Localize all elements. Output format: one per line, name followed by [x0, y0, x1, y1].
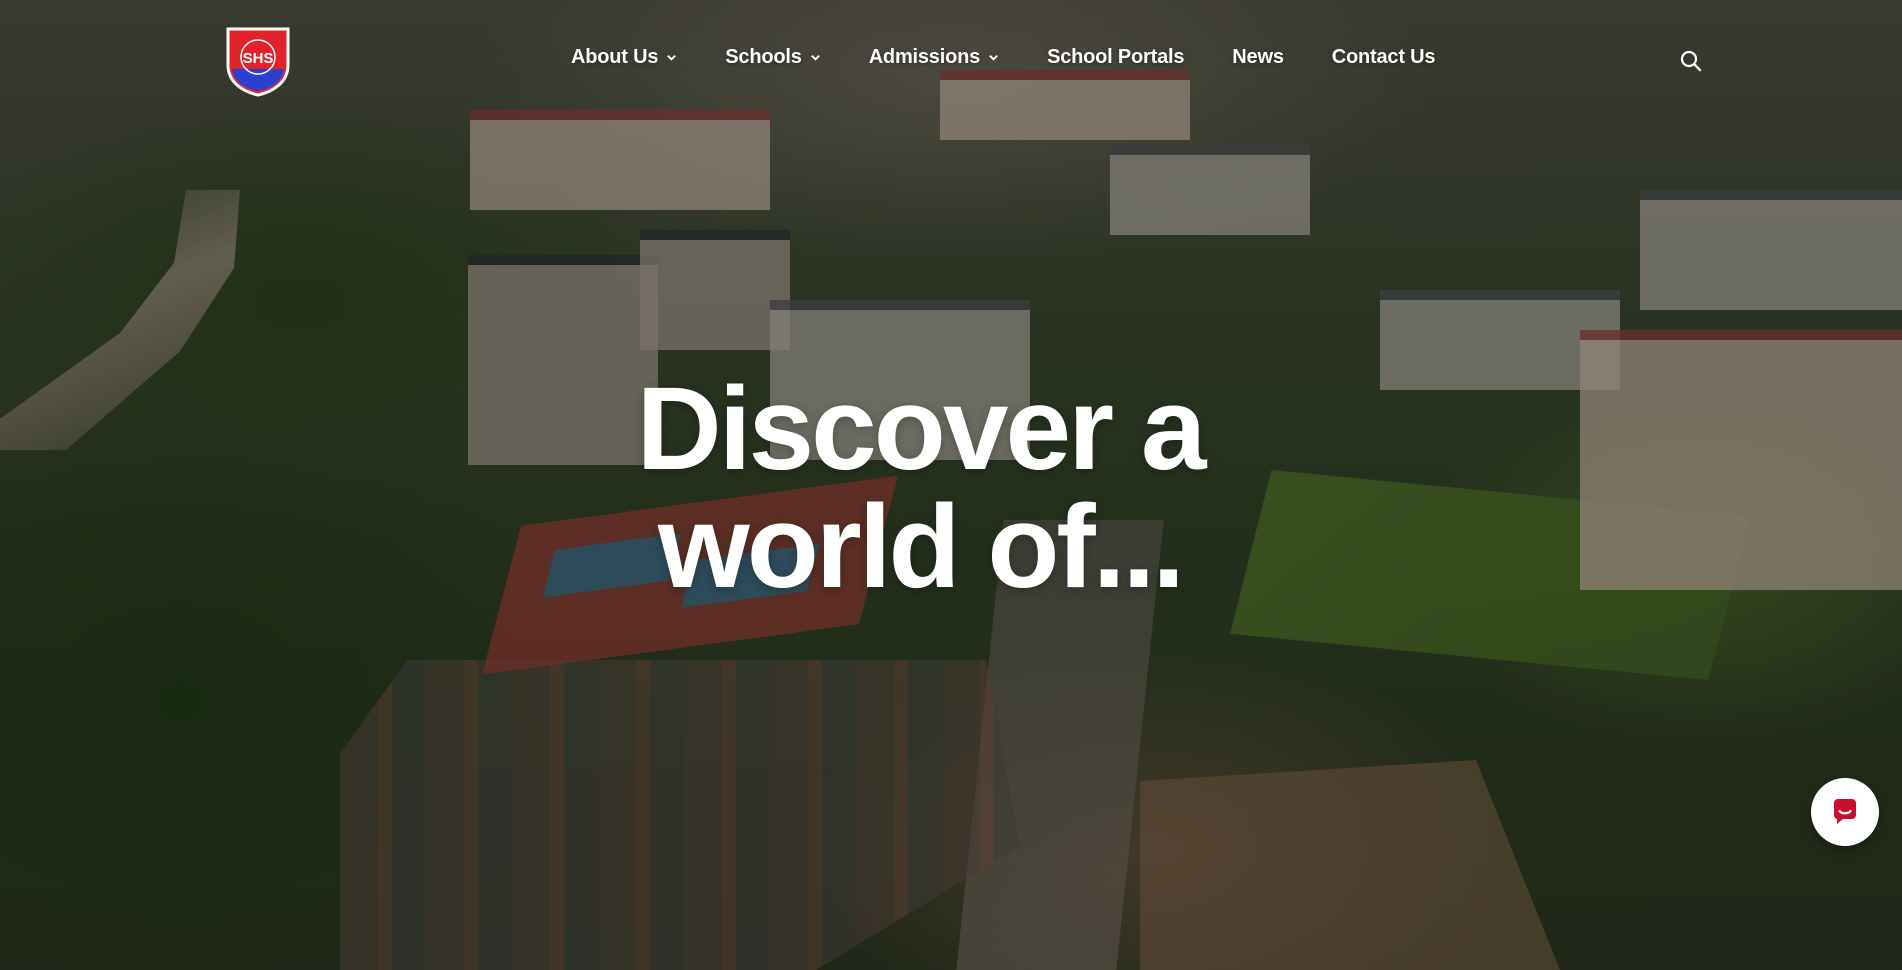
chat-bubble-icon [1834, 799, 1856, 824]
nav-news-label: News [1232, 46, 1284, 68]
chat-launcher-button[interactable] [1811, 778, 1879, 846]
nav-contact-us[interactable]: Contact Us [1332, 46, 1436, 69]
hero-headline-line-1: Discover a [636, 363, 1207, 495]
nav-news[interactable]: News [1232, 46, 1284, 69]
chevron-down-icon [810, 55, 820, 61]
nav-admissions[interactable]: Admissions [869, 46, 999, 69]
nav-contact-us-label: Contact Us [1331, 46, 1436, 68]
school-logo[interactable]: SHS [224, 25, 292, 97]
nav-about-us[interactable]: About Us [571, 46, 677, 69]
search-button[interactable] [1680, 50, 1702, 72]
main-nav: About Us Schools Admissions School Porta… [571, 46, 1436, 69]
nav-schools-label: Schools [725, 46, 802, 68]
shield-crest-icon: SHS [226, 27, 290, 97]
hero-headline: Discover a world of... [560, 370, 1280, 606]
nav-schools[interactable]: Schools [725, 46, 820, 69]
logo-initials: SHS [243, 50, 274, 67]
chevron-down-icon [667, 55, 677, 61]
site-header: SHS About Us Schools Admissions School P… [0, 0, 1902, 120]
nav-school-portals-label: School Portals [1047, 46, 1185, 68]
nav-school-portals[interactable]: School Portals [1047, 46, 1184, 69]
search-icon [1680, 50, 1702, 72]
nav-admissions-label: Admissions [868, 46, 981, 68]
nav-about-us-label: About Us [571, 46, 659, 68]
chevron-down-icon [989, 55, 998, 61]
hero-headline-line-2: world of... [657, 481, 1185, 613]
